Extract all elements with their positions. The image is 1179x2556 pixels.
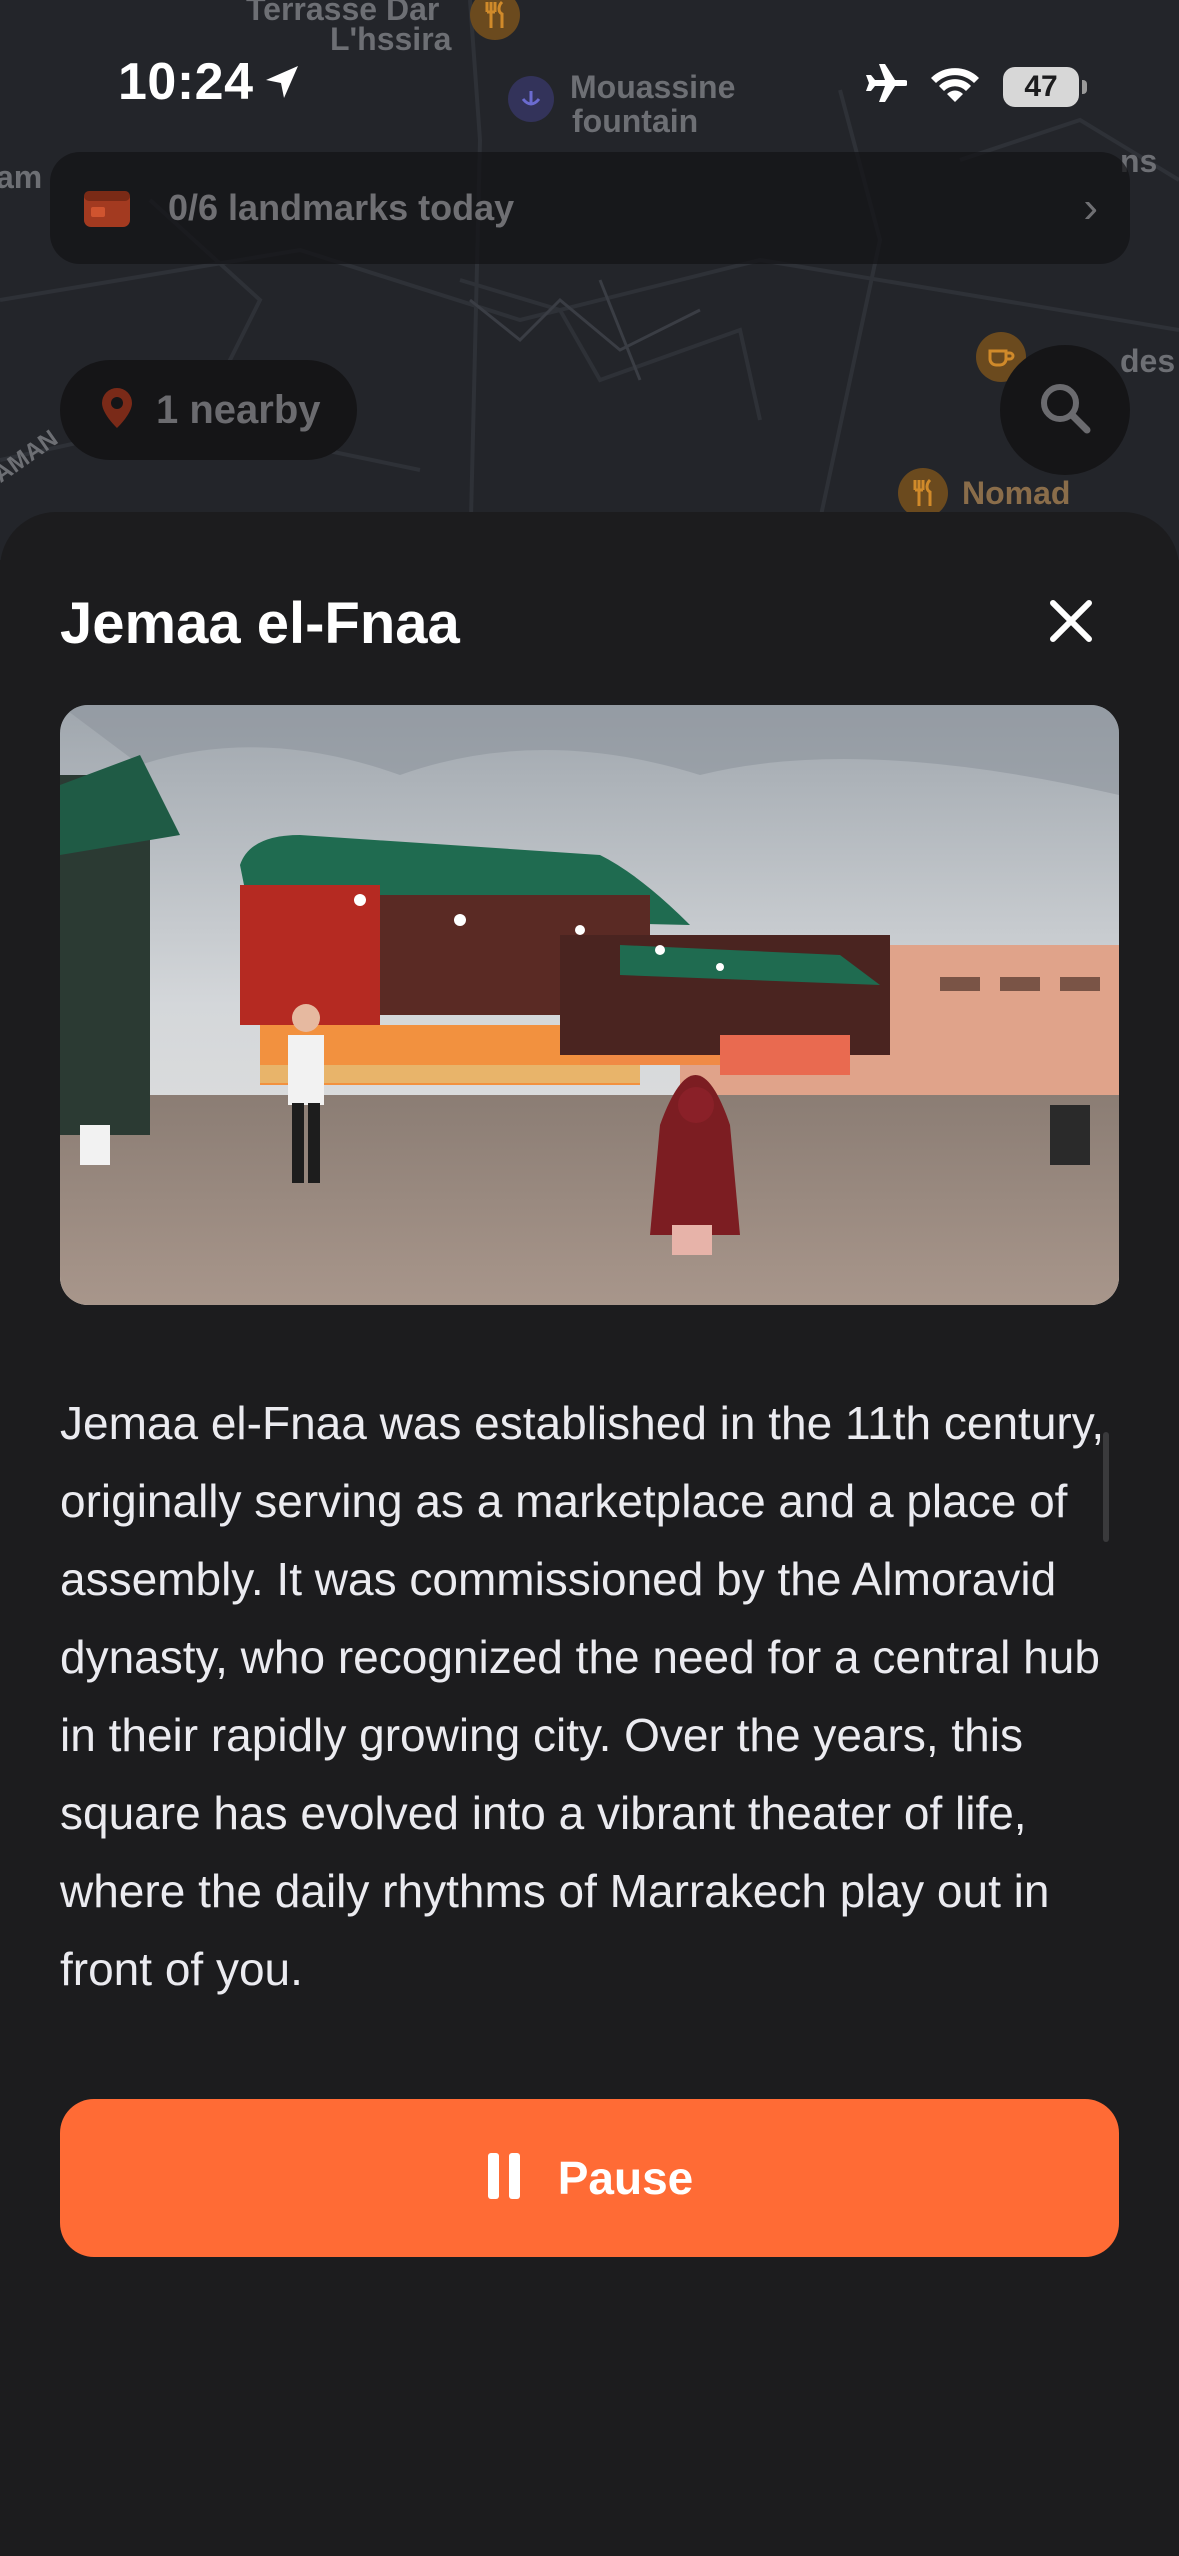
- landmark-detail-sheet: Jemaa el-Fnaa Jemaa el-Fnaa was establis…: [0, 512, 1179, 2556]
- battery-icon: 47: [1003, 66, 1087, 107]
- search-button[interactable]: [1000, 345, 1130, 475]
- landmarks-progress-text: 0/6 landmarks today: [168, 187, 515, 228]
- screen: Terrasse Dar L'hssira Mouassine fountain…: [0, 0, 1179, 2556]
- landmarks-progress-banner[interactable]: 0/6 landmarks today ›: [50, 152, 1130, 264]
- nearby-button[interactable]: 1 nearby: [60, 360, 357, 460]
- map-label: Nomad: [962, 475, 1071, 511]
- pause-label: Pause: [557, 2152, 694, 2204]
- landmark-photo: [60, 705, 1119, 1305]
- search-icon: [1037, 380, 1093, 441]
- close-icon: [1049, 599, 1093, 648]
- airplane-icon: [859, 62, 908, 111]
- landmark-title: Jemaa el-Fnaa: [60, 591, 460, 656]
- close-button[interactable]: [1040, 592, 1102, 654]
- wifi-icon: [929, 64, 981, 109]
- restaurant-pin-icon[interactable]: [898, 468, 948, 518]
- landmark-photo-image: [60, 705, 1119, 1305]
- status-time: 10:24: [118, 53, 254, 111]
- chevron-right-icon: ›: [1083, 183, 1098, 232]
- scroll-indicator[interactable]: [1103, 1432, 1109, 1542]
- battery-level: 47: [1024, 69, 1058, 103]
- status-bar: 10:24 47: [0, 0, 1179, 150]
- nearby-label: 1 nearby: [156, 387, 321, 432]
- map-pin-icon: [100, 386, 134, 435]
- map-label: am: [0, 159, 43, 195]
- landmark-description: Jemaa el-Fnaa was established in the 11t…: [60, 1397, 1105, 1995]
- pause-icon: [486, 2151, 522, 2206]
- ticket-icon: [82, 183, 132, 233]
- pause-button[interactable]: Pause: [60, 2099, 1119, 2257]
- map-label: des: [1120, 343, 1176, 379]
- location-arrow-icon: [262, 62, 302, 107]
